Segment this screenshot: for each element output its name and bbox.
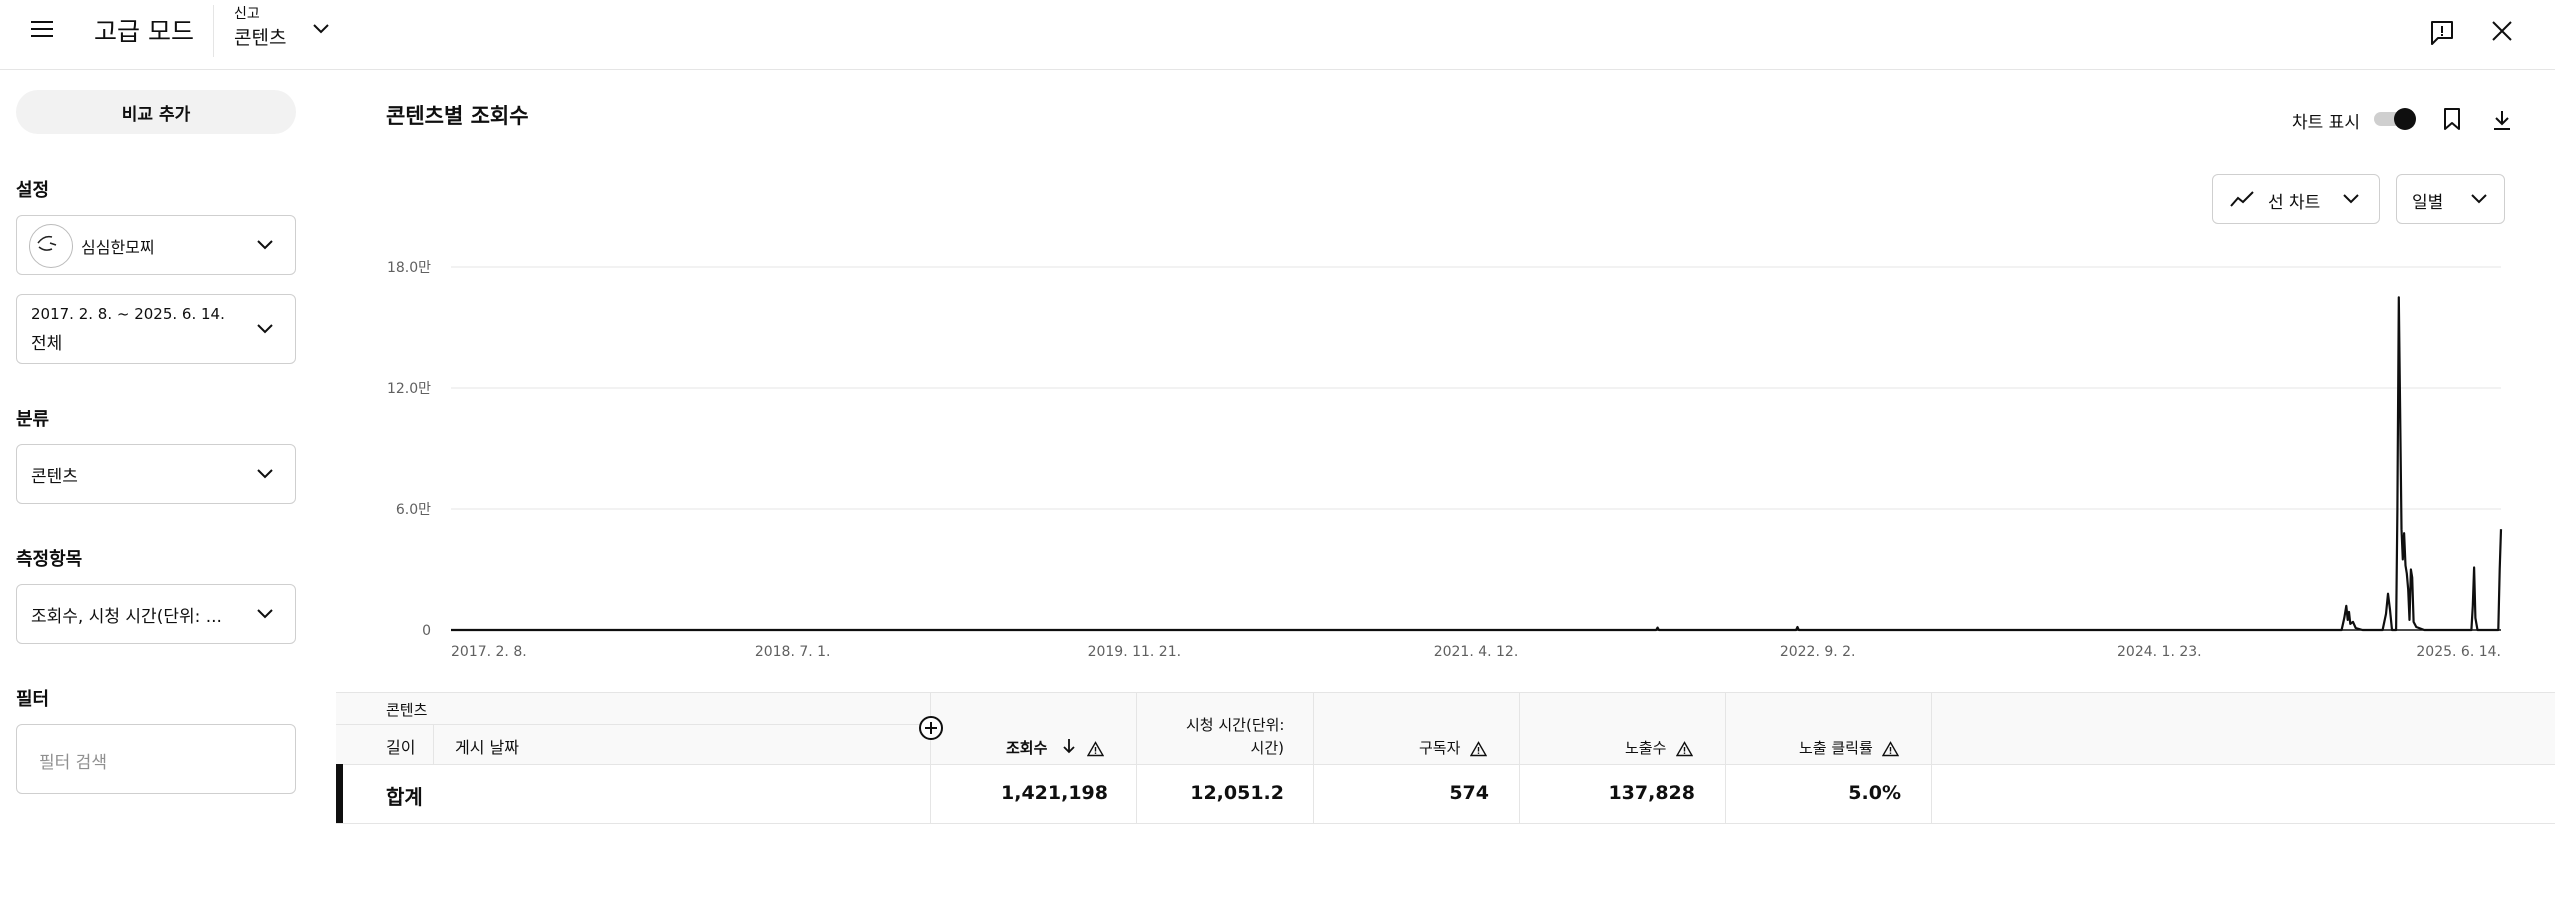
- x-tick-label: 2019. 11. 21.: [1088, 644, 1182, 660]
- chart-title: 콘텐츠별 조회수: [386, 104, 529, 128]
- show-chart-toggle[interactable]: [2374, 108, 2418, 130]
- col-watch-time-unit: 시간): [1250, 739, 1284, 757]
- total-label: 합계: [386, 785, 423, 809]
- table-divider: [336, 823, 2555, 824]
- header-divider: [213, 5, 214, 57]
- x-tick-label: 2021. 4. 12.: [1434, 644, 1519, 660]
- col-published-date[interactable]: 게시 날짜: [455, 734, 519, 758]
- chevron-down-icon: [257, 324, 273, 334]
- filter-placeholder: 필터 검색: [39, 753, 107, 773]
- total-subscribers: 574: [1449, 782, 1489, 804]
- date-range-value: 2017. 2. 8. ~ 2025. 6. 14.: [31, 305, 225, 323]
- y-tick-label: 12.0만: [387, 381, 431, 397]
- warning-icon: [1676, 738, 1693, 757]
- table-divider: [336, 692, 2555, 693]
- total-impressions: 137,828: [1608, 782, 1695, 804]
- download-icon[interactable]: [2490, 108, 2514, 132]
- col-subscribers[interactable]: 구독자: [1419, 737, 1460, 758]
- avatar: [29, 224, 73, 268]
- metrics-select[interactable]: 조회수, 시청 시간(단위: ...: [16, 584, 296, 644]
- channel-name: 심심한모찌: [81, 238, 155, 257]
- x-tick-label: 2024. 1. 23.: [2117, 644, 2202, 660]
- category-label: 분류: [16, 409, 50, 430]
- date-preset-value: 전체: [31, 334, 63, 354]
- filter-search-input[interactable]: 필터 검색: [16, 724, 296, 794]
- sort-down-icon[interactable]: [1060, 736, 1078, 760]
- settings-label: 설정: [16, 180, 50, 201]
- y-tick-label: 6.0만: [396, 502, 431, 518]
- chevron-down-icon: [2343, 194, 2359, 204]
- close-icon[interactable]: [2488, 17, 2516, 45]
- add-column-icon[interactable]: [918, 715, 944, 741]
- metrics-value: 조회수, 시청 시간(단위: ...: [31, 607, 222, 627]
- col-watch-time[interactable]: 시청 시간(단위:: [1186, 714, 1284, 735]
- views-line-chart: 0 6.0만 12.0만 18.0만 2017. 2. 8. 2018. 7. 1. 201…: [387, 260, 2503, 660]
- chevron-down-icon: [2471, 194, 2487, 204]
- filter-label: 필터: [16, 689, 50, 710]
- total-ctr: 5.0%: [1848, 782, 1901, 804]
- warning-icon: [1882, 738, 1899, 757]
- add-comparison-button[interactable]: 비교 추가: [16, 90, 296, 134]
- report-selector[interactable]: 콘텐츠: [234, 23, 286, 50]
- col-views[interactable]: 조회수: [1006, 737, 1047, 758]
- app-header: [0, 0, 2555, 70]
- x-tick-label: 2025. 6. 14.: [2416, 644, 2501, 660]
- table-divider: [336, 724, 930, 725]
- col-length[interactable]: 길이: [386, 734, 415, 758]
- chevron-down-icon: [257, 240, 273, 250]
- show-chart-label: 차트 표시: [2292, 113, 2360, 133]
- group-header-content: 콘텐츠: [386, 701, 428, 719]
- menu-icon[interactable]: [28, 17, 58, 41]
- series-line: [451, 296, 2503, 632]
- col-impressions[interactable]: 노출수: [1625, 737, 1666, 758]
- channel-select[interactable]: 심심한모찌: [16, 215, 296, 275]
- metrics-label: 측정항목: [16, 549, 83, 570]
- category-select[interactable]: 콘텐츠: [16, 444, 296, 504]
- column-divider: [1931, 692, 1932, 823]
- x-tick-label: 2017. 2. 8.: [451, 644, 527, 660]
- total-row-marker: [336, 764, 343, 823]
- period-select[interactable]: 일별: [2396, 174, 2505, 224]
- chevron-down-icon[interactable]: [310, 18, 332, 40]
- warning-icon: [1470, 738, 1487, 757]
- chevron-down-icon: [257, 609, 273, 619]
- total-views: 1,421,198: [1001, 782, 1108, 804]
- line-chart-icon: [2230, 191, 2254, 207]
- app-title: 고급 모드: [94, 17, 194, 46]
- total-watch-time: 12,051.2: [1190, 782, 1284, 804]
- chart-type-label: 선 차트: [2268, 193, 2321, 213]
- feedback-icon[interactable]: [2428, 18, 2456, 46]
- date-range-select[interactable]: 2017. 2. 8. ~ 2025. 6. 14. 전체: [16, 294, 296, 364]
- y-tick-label: 18.0만: [387, 260, 431, 276]
- y-tick-label: 0: [422, 623, 431, 639]
- table-divider: [336, 764, 2555, 765]
- chevron-down-icon: [257, 469, 273, 479]
- bookmark-icon[interactable]: [2440, 106, 2464, 132]
- chart-type-select[interactable]: 선 차트: [2212, 174, 2380, 224]
- x-tick-label: 2022. 9. 2.: [1780, 644, 1856, 660]
- warning-icon: [1087, 738, 1104, 757]
- period-label: 일별: [2412, 193, 2444, 213]
- category-value: 콘텐츠: [31, 467, 78, 487]
- column-divider: [433, 724, 434, 764]
- report-kind-label: 신고: [234, 6, 260, 22]
- col-ctr[interactable]: 노출 클릭률: [1799, 737, 1873, 758]
- x-tick-label: 2018. 7. 1.: [755, 644, 831, 660]
